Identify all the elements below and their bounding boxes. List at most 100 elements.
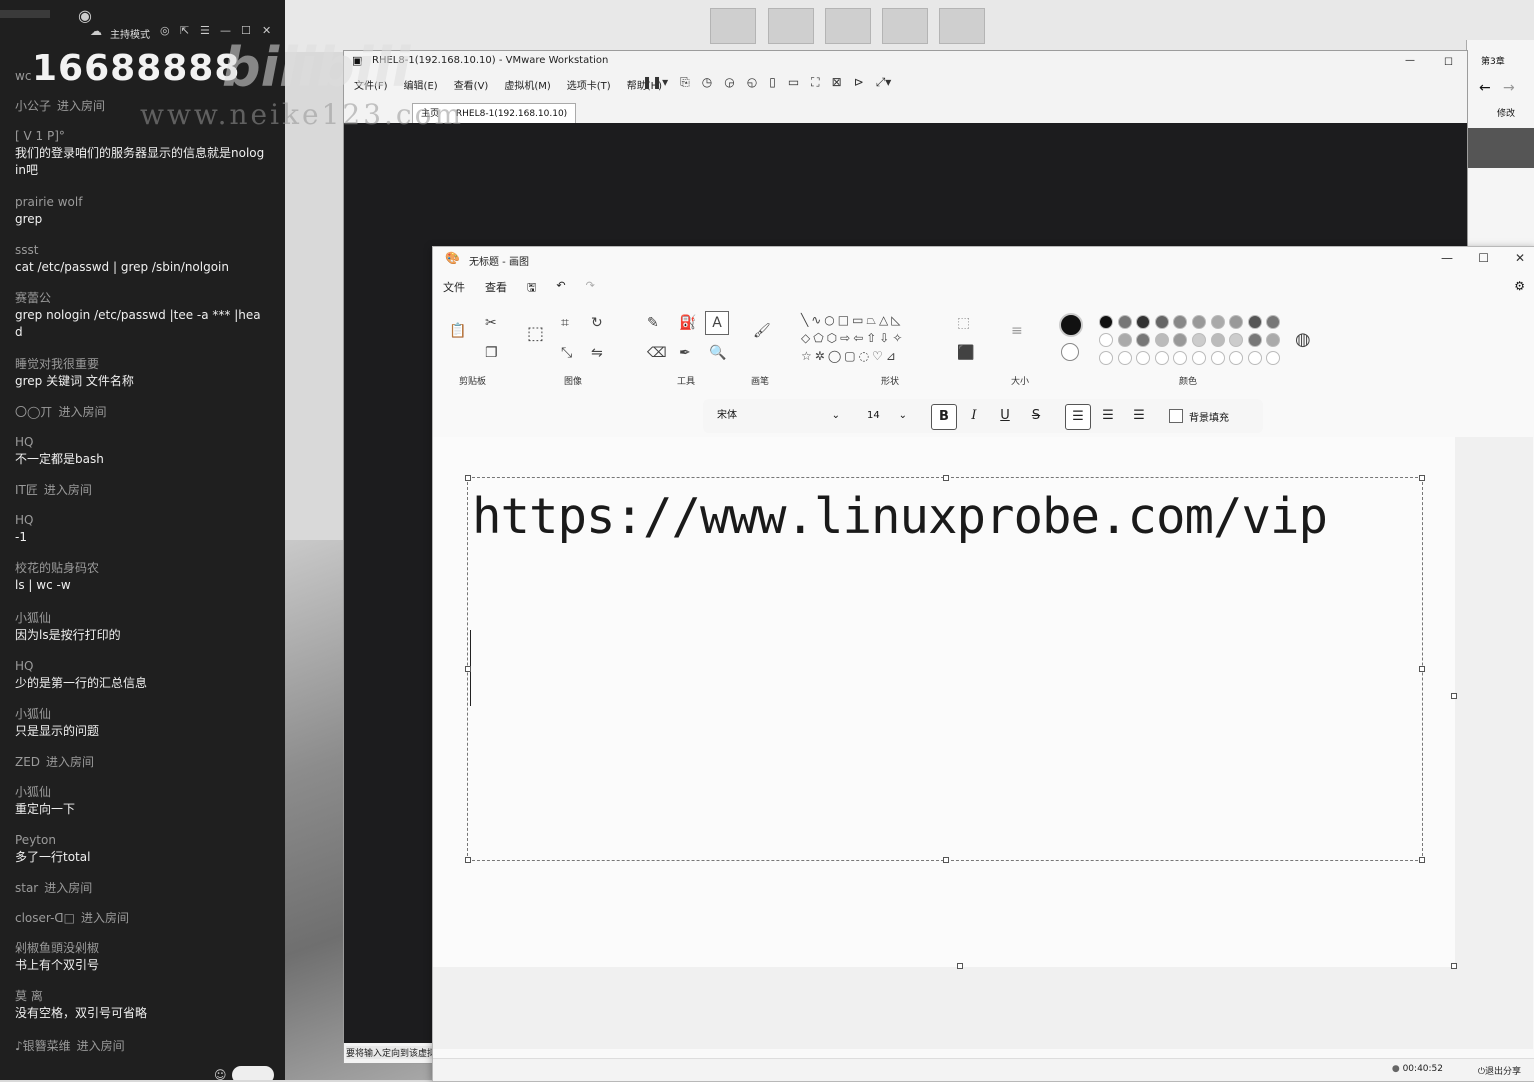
color-swatch[interactable] — [1247, 315, 1262, 329]
tab-vm-label[interactable]: RHEL8-1(192.168.10.10) — [456, 109, 567, 119]
color-swatch[interactable] — [1173, 333, 1188, 347]
forward-icon[interactable]: → — [1503, 80, 1515, 96]
color-1-swatch[interactable] — [1059, 313, 1083, 337]
color-swatch[interactable] — [1173, 315, 1188, 329]
close-icon[interactable]: ✕ — [1515, 251, 1525, 265]
unity-icon[interactable]: ⊠ — [832, 75, 842, 90]
select-icon[interactable]: ⬚ — [527, 323, 544, 344]
console-icon[interactable]: ⊳ — [854, 75, 864, 90]
color-swatch[interactable] — [1247, 351, 1262, 365]
revert-snapshot-icon[interactable]: ◶ — [724, 75, 734, 90]
resize-handle[interactable] — [943, 475, 949, 481]
canvas-resize-handle[interactable] — [1451, 963, 1457, 969]
color-swatch[interactable] — [1154, 333, 1169, 347]
color-swatch[interactable] — [1117, 333, 1132, 347]
resize-handle[interactable] — [465, 475, 471, 481]
settings-icon[interactable]: ◎ — [160, 24, 170, 37]
crop-icon[interactable]: ⌗ — [561, 315, 569, 331]
menu-view[interactable]: 查看(V) — [454, 77, 489, 93]
maximize-icon[interactable]: ☐ — [1478, 251, 1489, 265]
align-left-button[interactable]: ☰ — [1065, 404, 1091, 430]
resize-handle[interactable] — [1419, 857, 1425, 863]
paint-titlebar[interactable]: 🎨 无标题 - 画图 — ☐ ✕ — [433, 247, 1534, 271]
underline-button[interactable]: U — [993, 404, 1017, 428]
fill-icon[interactable]: ⛽ — [679, 315, 696, 331]
resize-icon[interactable]: ⤡ — [561, 345, 572, 361]
flip-icon[interactable]: ⇋ — [591, 345, 603, 361]
canvas-text[interactable]: https://www.linuxprobe.com/vip — [472, 488, 1328, 545]
fullscreen-icon[interactable]: ⛶ — [811, 75, 819, 90]
copy-icon[interactable]: ❐ — [485, 345, 498, 361]
cut-icon[interactable]: ✂ — [485, 315, 497, 331]
italic-button[interactable]: I — [962, 404, 986, 428]
color-swatch[interactable] — [1173, 351, 1188, 365]
size-icon[interactable]: ≡ — [1011, 323, 1023, 339]
window-thumbnail[interactable] — [825, 8, 871, 44]
paste-icon[interactable]: 📋 — [449, 323, 466, 339]
color-swatch[interactable] — [1229, 351, 1244, 365]
drawing-canvas[interactable]: https://www.linuxprobe.com/vip — [433, 437, 1457, 969]
menu-vm[interactable]: 虚拟机(M) — [504, 77, 550, 93]
thumbnail-icon[interactable]: ▭ — [788, 75, 799, 90]
canvas-resize-handle[interactable] — [1451, 693, 1457, 699]
color-swatch[interactable] — [1210, 315, 1225, 329]
browser-tab-label[interactable]: 第3章 — [1481, 54, 1505, 67]
edit-link[interactable]: 修改 — [1497, 106, 1515, 119]
window-thumbnail[interactable] — [939, 8, 985, 44]
color-swatch[interactable] — [1154, 315, 1169, 329]
color-swatch[interactable] — [1229, 315, 1244, 329]
send-keys-icon[interactable]: ⎘ — [680, 75, 690, 90]
shapes-row-1-icon[interactable]: ╲∿○□▭⏢△◺ — [801, 313, 903, 328]
color-swatch[interactable] — [1210, 333, 1225, 347]
magnifier-icon[interactable]: 🔍 — [709, 345, 726, 361]
save-icon[interactable]: 🖫 — [527, 279, 536, 298]
shapes-row-2-icon[interactable]: ◇⬠⬡⇨⇦⇧⇩✧ — [801, 331, 905, 345]
canvas-resize-handle[interactable] — [957, 963, 963, 969]
sidebar-toggle-icon[interactable]: ▯ — [769, 75, 776, 90]
color-swatch[interactable] — [1099, 351, 1113, 365]
snapshot-icon[interactable]: ◷ — [702, 75, 712, 90]
stretch-icon[interactable]: ⤢▾ — [876, 75, 892, 90]
minimize-icon[interactable]: — — [1441, 251, 1453, 265]
font-size-select[interactable]: 14 ⌄ — [861, 406, 911, 426]
color-swatch[interactable] — [1099, 333, 1113, 347]
bold-button[interactable]: B — [931, 404, 957, 430]
emoji-icon[interactable]: ☺ — [214, 1068, 227, 1080]
color-swatch[interactable] — [1099, 315, 1113, 329]
color-swatch[interactable] — [1117, 351, 1132, 365]
color-swatch[interactable] — [1247, 333, 1262, 347]
window-thumbnail[interactable] — [768, 8, 814, 44]
undo-icon[interactable]: ↶ — [556, 279, 565, 298]
paint-window[interactable]: 🎨 无标题 - 画图 — ☐ ✕ 文件 查看 🖫 ↶ ↷ ⚙ 📋 ✂ ❐ 剪贴板… — [432, 246, 1534, 1082]
exit-share-button[interactable]: ⏻退出分享 — [1478, 1064, 1521, 1077]
window-thumbnail[interactable] — [710, 8, 756, 44]
color-swatch[interactable] — [1154, 351, 1169, 365]
align-right-button[interactable]: ☰ — [1127, 404, 1151, 428]
text-tool-icon[interactable]: A — [705, 311, 729, 335]
color-picker-icon[interactable]: ✒ — [679, 345, 691, 361]
outline-icon[interactable]: ⬚ — [957, 315, 970, 331]
color-swatch[interactable] — [1192, 351, 1206, 365]
color-swatch[interactable] — [1192, 315, 1206, 329]
close-icon[interactable]: ☐ — [1444, 57, 1453, 68]
back-icon[interactable]: ← — [1479, 80, 1491, 96]
resize-handle[interactable] — [465, 666, 471, 672]
color-swatch[interactable] — [1266, 315, 1281, 329]
menu-tabs[interactable]: 选项卡(T) — [567, 77, 611, 93]
color-swatch[interactable] — [1266, 351, 1281, 365]
shape-fill-icon[interactable]: ⬛ — [957, 345, 974, 361]
minimize-icon[interactable]: — — [1405, 55, 1415, 66]
color-swatch[interactable] — [1117, 315, 1132, 329]
color-swatch[interactable] — [1229, 333, 1244, 347]
settings-icon[interactable]: ⚙ — [1514, 279, 1525, 293]
edit-colors-icon[interactable]: ◍ — [1295, 329, 1311, 350]
snapshot-manager-icon[interactable]: ◵ — [747, 75, 757, 90]
color-swatch[interactable] — [1266, 333, 1281, 347]
redo-icon[interactable]: ↷ — [586, 279, 595, 298]
align-center-button[interactable]: ☰ — [1096, 404, 1120, 428]
resize-handle[interactable] — [1419, 475, 1425, 481]
color-2-swatch[interactable] — [1061, 343, 1079, 361]
color-swatch[interactable] — [1136, 333, 1151, 347]
rotate-icon[interactable]: ↻ — [591, 315, 603, 331]
panel-tab[interactable] — [0, 10, 50, 18]
